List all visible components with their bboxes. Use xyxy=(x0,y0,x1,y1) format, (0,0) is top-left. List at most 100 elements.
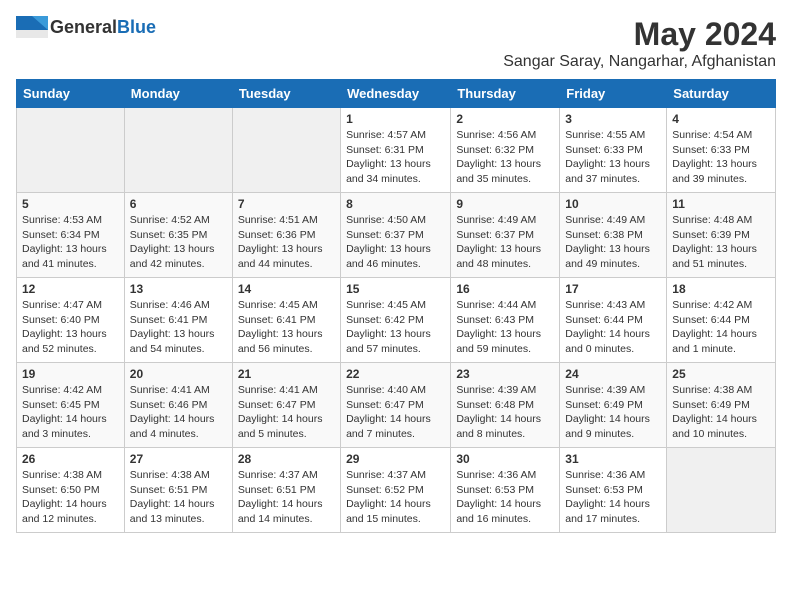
week-row: 5 Sunrise: 4:53 AM Sunset: 6:34 PM Daylig… xyxy=(17,193,776,278)
week-row: 26 Sunrise: 4:38 AM Sunset: 6:50 PM Dayli… xyxy=(17,448,776,533)
cell-content: Sunrise: 4:48 AM Sunset: 6:39 PM Dayligh… xyxy=(672,213,770,272)
cell-content: Sunrise: 4:50 AM Sunset: 6:37 PM Dayligh… xyxy=(346,213,445,272)
calendar-cell: 28 Sunrise: 4:37 AM Sunset: 6:51 PM Dayli… xyxy=(232,448,340,533)
cell-content: Sunrise: 4:41 AM Sunset: 6:46 PM Dayligh… xyxy=(130,383,227,442)
calendar-cell: 31Sunrise: 4:36 AM Sunset: 6:53 PM Dayli… xyxy=(560,448,667,533)
day-number: 24 xyxy=(565,367,661,381)
weekday-header: Saturday xyxy=(667,80,776,108)
cell-content: Sunrise: 4:43 AM Sunset: 6:44 PM Dayligh… xyxy=(565,298,661,357)
day-number: 22 xyxy=(346,367,445,381)
calendar-cell: 23 Sunrise: 4:39 AM Sunset: 6:48 PM Dayli… xyxy=(451,363,560,448)
day-number: 5 xyxy=(22,197,119,211)
cell-content: Sunrise: 4:38 AM Sunset: 6:49 PM Dayligh… xyxy=(672,383,770,442)
calendar-cell: 7 Sunrise: 4:51 AM Sunset: 6:36 PM Daylig… xyxy=(232,193,340,278)
cell-content: Sunrise: 4:47 AM Sunset: 6:40 PM Dayligh… xyxy=(22,298,119,357)
calendar-cell: 30 Sunrise: 4:36 AM Sunset: 6:53 PM Dayli… xyxy=(451,448,560,533)
day-number: 14 xyxy=(238,282,335,296)
cell-content: Sunrise: 4:38 AM Sunset: 6:50 PM Dayligh… xyxy=(22,468,119,527)
cell-content: Sunrise: 4:55 AM Sunset: 6:33 PM Dayligh… xyxy=(565,128,661,187)
day-number: 20 xyxy=(130,367,227,381)
calendar-cell: 19Sunrise: 4:42 AM Sunset: 6:45 PM Dayli… xyxy=(17,363,125,448)
calendar-cell: 4Sunrise: 4:54 AM Sunset: 6:33 PM Daylig… xyxy=(667,108,776,193)
day-number: 12 xyxy=(22,282,119,296)
calendar-cell: 21 Sunrise: 4:41 AM Sunset: 6:47 PM Dayli… xyxy=(232,363,340,448)
day-number: 28 xyxy=(238,452,335,466)
cell-content: Sunrise: 4:39 AM Sunset: 6:49 PM Dayligh… xyxy=(565,383,661,442)
cell-content: Sunrise: 4:51 AM Sunset: 6:36 PM Dayligh… xyxy=(238,213,335,272)
calendar-cell: 1Sunrise: 4:57 AM Sunset: 6:31 PM Daylig… xyxy=(341,108,451,193)
logo-icon xyxy=(16,16,48,38)
day-number: 26 xyxy=(22,452,119,466)
cell-content: Sunrise: 4:36 AM Sunset: 6:53 PM Dayligh… xyxy=(456,468,554,527)
day-number: 30 xyxy=(456,452,554,466)
logo-general-text: General xyxy=(50,17,117,37)
cell-content: Sunrise: 4:37 AM Sunset: 6:51 PM Dayligh… xyxy=(238,468,335,527)
day-number: 27 xyxy=(130,452,227,466)
calendar-cell xyxy=(17,108,125,193)
cell-content: Sunrise: 4:40 AM Sunset: 6:47 PM Dayligh… xyxy=(346,383,445,442)
calendar-cell: 14 Sunrise: 4:45 AM Sunset: 6:41 PM Dayli… xyxy=(232,278,340,363)
cell-content: Sunrise: 4:49 AM Sunset: 6:38 PM Dayligh… xyxy=(565,213,661,272)
weekday-header: Tuesday xyxy=(232,80,340,108)
day-number: 21 xyxy=(238,367,335,381)
day-number: 6 xyxy=(130,197,227,211)
page-header: GeneralBlue May 2024 Sangar Saray, Nanga… xyxy=(16,16,776,71)
day-number: 11 xyxy=(672,197,770,211)
calendar-cell: 26 Sunrise: 4:38 AM Sunset: 6:50 PM Dayli… xyxy=(17,448,125,533)
day-number: 25 xyxy=(672,367,770,381)
day-number: 29 xyxy=(346,452,445,466)
weekday-header: Friday xyxy=(560,80,667,108)
weekday-header: Wednesday xyxy=(341,80,451,108)
calendar-cell: 13 Sunrise: 4:46 AM Sunset: 6:41 PM Dayli… xyxy=(124,278,232,363)
weekday-header: Monday xyxy=(124,80,232,108)
calendar-cell: 6 Sunrise: 4:52 AM Sunset: 6:35 PM Daylig… xyxy=(124,193,232,278)
calendar-cell: 3Sunrise: 4:55 AM Sunset: 6:33 PM Daylig… xyxy=(560,108,667,193)
day-number: 10 xyxy=(565,197,661,211)
calendar-cell xyxy=(232,108,340,193)
calendar-cell: 16 Sunrise: 4:44 AM Sunset: 6:43 PM Dayli… xyxy=(451,278,560,363)
weekday-header: Thursday xyxy=(451,80,560,108)
logo-blue-text: Blue xyxy=(117,17,156,37)
cell-content: Sunrise: 4:53 AM Sunset: 6:34 PM Dayligh… xyxy=(22,213,119,272)
week-row: 12 Sunrise: 4:47 AM Sunset: 6:40 PM Dayli… xyxy=(17,278,776,363)
calendar-cell: 12 Sunrise: 4:47 AM Sunset: 6:40 PM Dayli… xyxy=(17,278,125,363)
calendar-cell: 29Sunrise: 4:37 AM Sunset: 6:52 PM Dayli… xyxy=(341,448,451,533)
title-block: May 2024 Sangar Saray, Nangarhar, Afghan… xyxy=(503,16,776,71)
calendar-cell: 11 Sunrise: 4:48 AM Sunset: 6:39 PM Dayli… xyxy=(667,193,776,278)
day-number: 9 xyxy=(456,197,554,211)
calendar-cell: 2Sunrise: 4:56 AM Sunset: 6:32 PM Daylig… xyxy=(451,108,560,193)
day-number: 23 xyxy=(456,367,554,381)
calendar-cell: 24 Sunrise: 4:39 AM Sunset: 6:49 PM Dayli… xyxy=(560,363,667,448)
day-number: 8 xyxy=(346,197,445,211)
calendar-cell: 17 Sunrise: 4:43 AM Sunset: 6:44 PM Dayli… xyxy=(560,278,667,363)
cell-content: Sunrise: 4:52 AM Sunset: 6:35 PM Dayligh… xyxy=(130,213,227,272)
cell-content: Sunrise: 4:44 AM Sunset: 6:43 PM Dayligh… xyxy=(456,298,554,357)
day-number: 19 xyxy=(22,367,119,381)
cell-content: Sunrise: 4:45 AM Sunset: 6:42 PM Dayligh… xyxy=(346,298,445,357)
day-number: 15 xyxy=(346,282,445,296)
cell-content: Sunrise: 4:45 AM Sunset: 6:41 PM Dayligh… xyxy=(238,298,335,357)
calendar-cell: 9 Sunrise: 4:49 AM Sunset: 6:37 PM Daylig… xyxy=(451,193,560,278)
location-title: Sangar Saray, Nangarhar, Afghanistan xyxy=(503,53,776,71)
day-number: 4 xyxy=(672,112,770,126)
calendar-cell: 18Sunrise: 4:42 AM Sunset: 6:44 PM Dayli… xyxy=(667,278,776,363)
cell-content: Sunrise: 4:57 AM Sunset: 6:31 PM Dayligh… xyxy=(346,128,445,187)
day-number: 17 xyxy=(565,282,661,296)
day-number: 16 xyxy=(456,282,554,296)
cell-content: Sunrise: 4:49 AM Sunset: 6:37 PM Dayligh… xyxy=(456,213,554,272)
cell-content: Sunrise: 4:38 AM Sunset: 6:51 PM Dayligh… xyxy=(130,468,227,527)
weekday-header: Sunday xyxy=(17,80,125,108)
calendar-cell: 5 Sunrise: 4:53 AM Sunset: 6:34 PM Daylig… xyxy=(17,193,125,278)
calendar-cell: 8 Sunrise: 4:50 AM Sunset: 6:37 PM Daylig… xyxy=(341,193,451,278)
cell-content: Sunrise: 4:39 AM Sunset: 6:48 PM Dayligh… xyxy=(456,383,554,442)
cell-content: Sunrise: 4:46 AM Sunset: 6:41 PM Dayligh… xyxy=(130,298,227,357)
day-number: 13 xyxy=(130,282,227,296)
day-number: 7 xyxy=(238,197,335,211)
calendar-cell: 15 Sunrise: 4:45 AM Sunset: 6:42 PM Dayli… xyxy=(341,278,451,363)
logo: GeneralBlue xyxy=(16,16,156,38)
week-row: 1Sunrise: 4:57 AM Sunset: 6:31 PM Daylig… xyxy=(17,108,776,193)
cell-content: Sunrise: 4:56 AM Sunset: 6:32 PM Dayligh… xyxy=(456,128,554,187)
week-row: 19Sunrise: 4:42 AM Sunset: 6:45 PM Dayli… xyxy=(17,363,776,448)
calendar-cell xyxy=(124,108,232,193)
cell-content: Sunrise: 4:41 AM Sunset: 6:47 PM Dayligh… xyxy=(238,383,335,442)
